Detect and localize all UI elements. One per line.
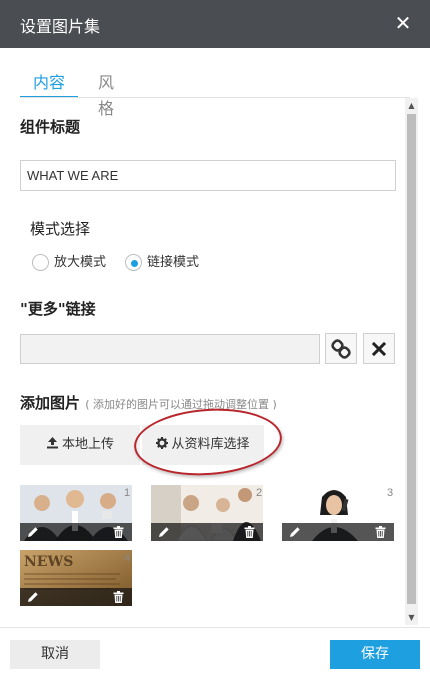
add-images-hint: ( 添加好的图片可以通过拖动调整位置 ): [85, 398, 277, 411]
cancel-button[interactable]: 取消: [10, 640, 100, 669]
pencil-icon[interactable]: [27, 526, 39, 538]
component-title-input[interactable]: WHAT WE ARE: [20, 160, 396, 191]
scroll-up-arrow-icon[interactable]: ▲: [405, 100, 418, 112]
radio-dot: [131, 260, 138, 267]
pencil-icon[interactable]: [158, 526, 170, 538]
clear-link-button[interactable]: [363, 333, 395, 364]
trash-icon[interactable]: [113, 526, 124, 538]
trash-icon[interactable]: [244, 526, 255, 538]
thumbnail-number: 2: [256, 487, 263, 499]
dialog-title: 设置图片集: [20, 17, 101, 36]
thumbnail-number: 4: [124, 552, 131, 564]
close-x-icon: [372, 341, 386, 356]
radio-link-label: 链接模式: [147, 255, 200, 270]
close-icon[interactable]: ✕: [390, 10, 416, 36]
pencil-icon[interactable]: [289, 526, 301, 538]
radio-circle[interactable]: [32, 254, 49, 271]
local-upload-label: 本地上传: [61, 437, 114, 452]
thumbnail-4[interactable]: NEWS: [20, 550, 132, 606]
radio-circle-selected[interactable]: [125, 254, 142, 271]
tab-style[interactable]: 风格: [98, 70, 114, 118]
svg-text:NEWS: NEWS: [24, 554, 73, 570]
thumbnail-2[interactable]: [151, 485, 263, 541]
save-button[interactable]: 保存: [330, 640, 420, 669]
tab-divider: [20, 97, 410, 98]
trash-icon[interactable]: [375, 526, 386, 538]
trash-icon[interactable]: [113, 591, 124, 603]
scrollbar-thumb[interactable]: [407, 114, 416, 604]
highlight-ellipse: [131, 403, 285, 481]
upload-icon: [46, 437, 58, 449]
scroll-down-arrow-icon[interactable]: ▼: [405, 612, 418, 624]
link-chain-icon: [331, 338, 351, 359]
pencil-icon[interactable]: [27, 591, 39, 603]
link-button[interactable]: [325, 333, 357, 364]
local-upload-button[interactable]: 本地上传: [20, 425, 140, 465]
add-images-title: 添加图片: [20, 394, 81, 412]
thumbnail-1[interactable]: [20, 485, 132, 541]
component-title-label: 组件标题: [20, 118, 81, 136]
dialog-titlebar: 设置图片集 ✕: [0, 0, 430, 48]
tab-content[interactable]: 内容: [20, 70, 78, 98]
thumbnail-number: 3: [387, 487, 394, 499]
more-link-input[interactable]: [20, 334, 320, 364]
more-link-label: "更多"链接: [20, 300, 96, 318]
radio-zoom-label: 放大模式: [54, 255, 107, 270]
mode-label: 模式选择: [30, 220, 91, 238]
thumbnail-3[interactable]: [282, 485, 394, 541]
thumbnail-number: 1: [124, 487, 131, 499]
